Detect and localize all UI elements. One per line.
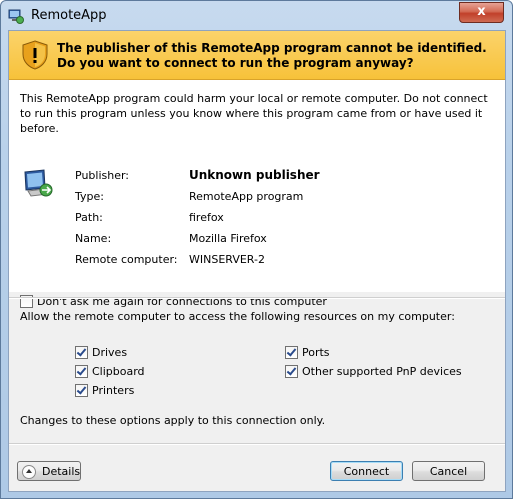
pnp-devices-checkbox[interactable] [285, 365, 298, 378]
detail-value: Unknown publisher [189, 168, 320, 182]
warning-banner: The publisher of this RemoteApp program … [9, 31, 505, 80]
remote-desktop-icon [24, 169, 53, 197]
drives-checkbox[interactable] [75, 346, 88, 359]
close-button[interactable]: x [459, 2, 504, 23]
detail-label: Type: [75, 190, 104, 203]
close-icon: x [477, 4, 486, 19]
connect-button[interactable]: Connect [330, 461, 403, 481]
remoteapp-icon [8, 9, 24, 24]
ports-checkbox[interactable] [285, 346, 298, 359]
info-panel: This RemoteApp program could harm your l… [9, 80, 505, 308]
divider [9, 443, 505, 445]
remoteapp-window: RemoteApp x The publisher of this Remote… [0, 0, 513, 499]
drives-label[interactable]: Drives [92, 346, 127, 359]
printers-label[interactable]: Printers [92, 384, 134, 397]
detail-label: Remote computer: [75, 253, 178, 266]
window-title: RemoteApp [31, 8, 107, 23]
warning-text: This RemoteApp program could harm your l… [20, 92, 488, 135]
banner-message: The publisher of this RemoteApp program … [57, 41, 487, 70]
cancel-button-label: Cancel [429, 465, 468, 478]
clipboard-checkbox[interactable] [75, 365, 88, 378]
printers-checkbox[interactable] [75, 384, 88, 397]
detail-value: RemoteApp program [189, 190, 304, 203]
cancel-button[interactable]: Cancel [412, 461, 485, 481]
dialog-body: The publisher of this RemoteApp program … [8, 30, 506, 492]
detail-label: Name: [75, 232, 112, 245]
resources-note: Changes to these options apply to this c… [20, 414, 326, 427]
detail-label: Publisher: [75, 169, 130, 182]
chevron-up-icon [22, 465, 36, 479]
detail-value: firefox [189, 211, 224, 224]
clipboard-label[interactable]: Clipboard [92, 365, 145, 378]
detail-label: Path: [75, 211, 103, 224]
detail-value: WINSERVER-2 [189, 253, 265, 266]
warning-shield-icon [22, 40, 48, 70]
title-bar[interactable]: RemoteApp x [1, 1, 512, 31]
detail-value: Mozilla Firefox [189, 232, 267, 245]
connect-button-label: Connect [343, 465, 390, 478]
resources-heading: Allow the remote computer to access the … [20, 310, 455, 323]
details-button[interactable]: Details [17, 461, 81, 481]
divider [9, 297, 505, 299]
pnp-devices-label[interactable]: Other supported PnP devices [302, 365, 462, 378]
details-button-label: Details [42, 465, 81, 478]
ports-label[interactable]: Ports [302, 346, 330, 359]
